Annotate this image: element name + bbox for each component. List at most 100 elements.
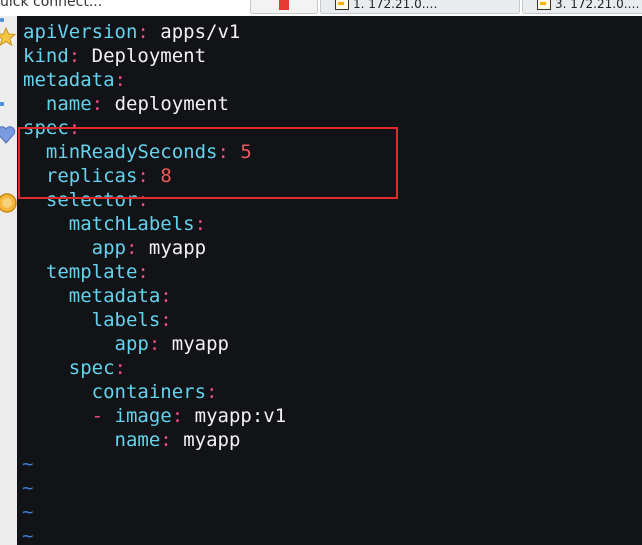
tab-new[interactable] <box>250 0 318 14</box>
red-square-icon <box>279 0 289 10</box>
yaml-colon: : <box>114 69 126 91</box>
code-line: replicas: 8 <box>23 164 172 188</box>
tilde-line: ~ <box>22 477 34 499</box>
yaml-key: spec <box>23 117 69 139</box>
yaml-key: apiVersion <box>23 21 138 43</box>
yaml-colon: : <box>137 165 149 187</box>
yaml-colon: : <box>137 261 149 283</box>
yaml-key: spec <box>68 357 115 379</box>
code-line: containers: <box>23 380 218 404</box>
yaml-value: myapp <box>183 429 241 451</box>
yaml-colon: : <box>160 309 172 331</box>
code-line: labels: <box>23 308 172 332</box>
tab-session-1[interactable]: 1. 172.21.0.… <box>320 0 520 14</box>
yaml-colon: : <box>160 285 172 307</box>
yaml-key: kind <box>23 45 69 67</box>
yaml-key: image <box>114 405 172 427</box>
yaml-number-value: 5 <box>240 141 252 163</box>
yaml-number-value: 8 <box>160 165 172 187</box>
tilde-line: ~ <box>22 525 34 545</box>
tab-session-2[interactable]: 3. 172.21.0.… <box>522 0 642 14</box>
list-dash: - <box>91 405 115 427</box>
yaml-colon: : <box>171 405 184 427</box>
yaml-key: name <box>45 93 92 115</box>
terminal-icon <box>335 0 349 10</box>
sidebar-marker <box>0 18 4 22</box>
tilde-line: ~ <box>22 501 34 523</box>
quick-connect-label[interactable]: uick connect... <box>0 0 102 10</box>
yaml-colon: : <box>91 93 104 115</box>
yaml-value: deployment <box>114 93 229 115</box>
code-line: selector: <box>23 188 149 212</box>
code-line: apiVersion: apps/v1 <box>23 20 240 44</box>
code-line: kind: Deployment <box>23 44 206 68</box>
code-line: app: myapp <box>23 332 229 356</box>
yaml-colon: : <box>160 429 172 451</box>
yaml-key: matchLabels <box>68 213 195 235</box>
yaml-colon: : <box>125 237 138 259</box>
sidebar <box>0 16 18 545</box>
yaml-colon: : <box>68 117 81 139</box>
code-line: spec: <box>23 356 126 380</box>
yaml-colon: : <box>137 21 149 43</box>
code-line: matchLabels: <box>23 212 206 236</box>
yaml-value: apps/v1 <box>160 21 241 43</box>
yaml-key: name <box>114 429 161 451</box>
yaml-value: myapp:v1 <box>194 405 287 427</box>
yaml-colon: : <box>148 333 161 355</box>
yaml-key: template <box>45 261 138 283</box>
code-line: name: deployment <box>23 92 229 116</box>
yaml-value: myapp <box>148 237 207 259</box>
yaml-key: labels <box>91 309 161 331</box>
yaml-key: metadata <box>68 285 161 307</box>
star-icon[interactable] <box>0 27 16 47</box>
code-line: metadata: <box>23 284 172 308</box>
yaml-value: Deployment <box>91 45 207 67</box>
yaml-key: minReadySeconds <box>45 141 218 163</box>
terminal-icon <box>537 0 551 10</box>
tilde-line: ~ <box>22 453 34 475</box>
sidebar-marker <box>0 102 4 106</box>
yaml-key: replicas <box>45 165 138 187</box>
yaml-colon: : <box>114 357 126 379</box>
code-line: minReadySeconds: 5 <box>23 140 252 164</box>
yaml-colon: : <box>194 213 207 235</box>
code-line: app: myapp <box>23 236 206 260</box>
yaml-colon: : <box>206 381 218 403</box>
code-line: - image: myapp:v1 <box>23 404 287 428</box>
yaml-key: app <box>91 237 126 259</box>
terminal-vim-editor[interactable]: apiVersion: apps/v1 kind: Deployment metad… <box>17 16 642 545</box>
yaml-colon: : <box>217 141 229 163</box>
yaml-value: myapp <box>171 333 229 355</box>
heart-icon[interactable] <box>0 125 16 145</box>
code-line: template: <box>23 260 149 284</box>
coin-icon[interactable] <box>0 192 18 214</box>
yaml-key: selector <box>45 189 138 211</box>
code-line: spec: <box>23 116 80 140</box>
yaml-key: app <box>114 333 149 355</box>
code-line: name: myapp <box>23 428 241 452</box>
top-toolbar: uick connect... 1. 172.21.0.… 3. 172.21.… <box>0 0 642 17</box>
code-line: metadata: <box>23 68 126 92</box>
yaml-key: metadata <box>23 69 115 91</box>
yaml-colon: : <box>137 189 149 211</box>
yaml-colon: : <box>68 45 81 67</box>
tab-session-1-label: 1. 172.21.0.… <box>353 0 438 11</box>
yaml-key: containers <box>91 381 207 403</box>
screenshot: uick connect... 1. 172.21.0.… 3. 172.21.… <box>0 0 642 545</box>
tab-session-2-label: 3. 172.21.0.… <box>555 0 640 11</box>
